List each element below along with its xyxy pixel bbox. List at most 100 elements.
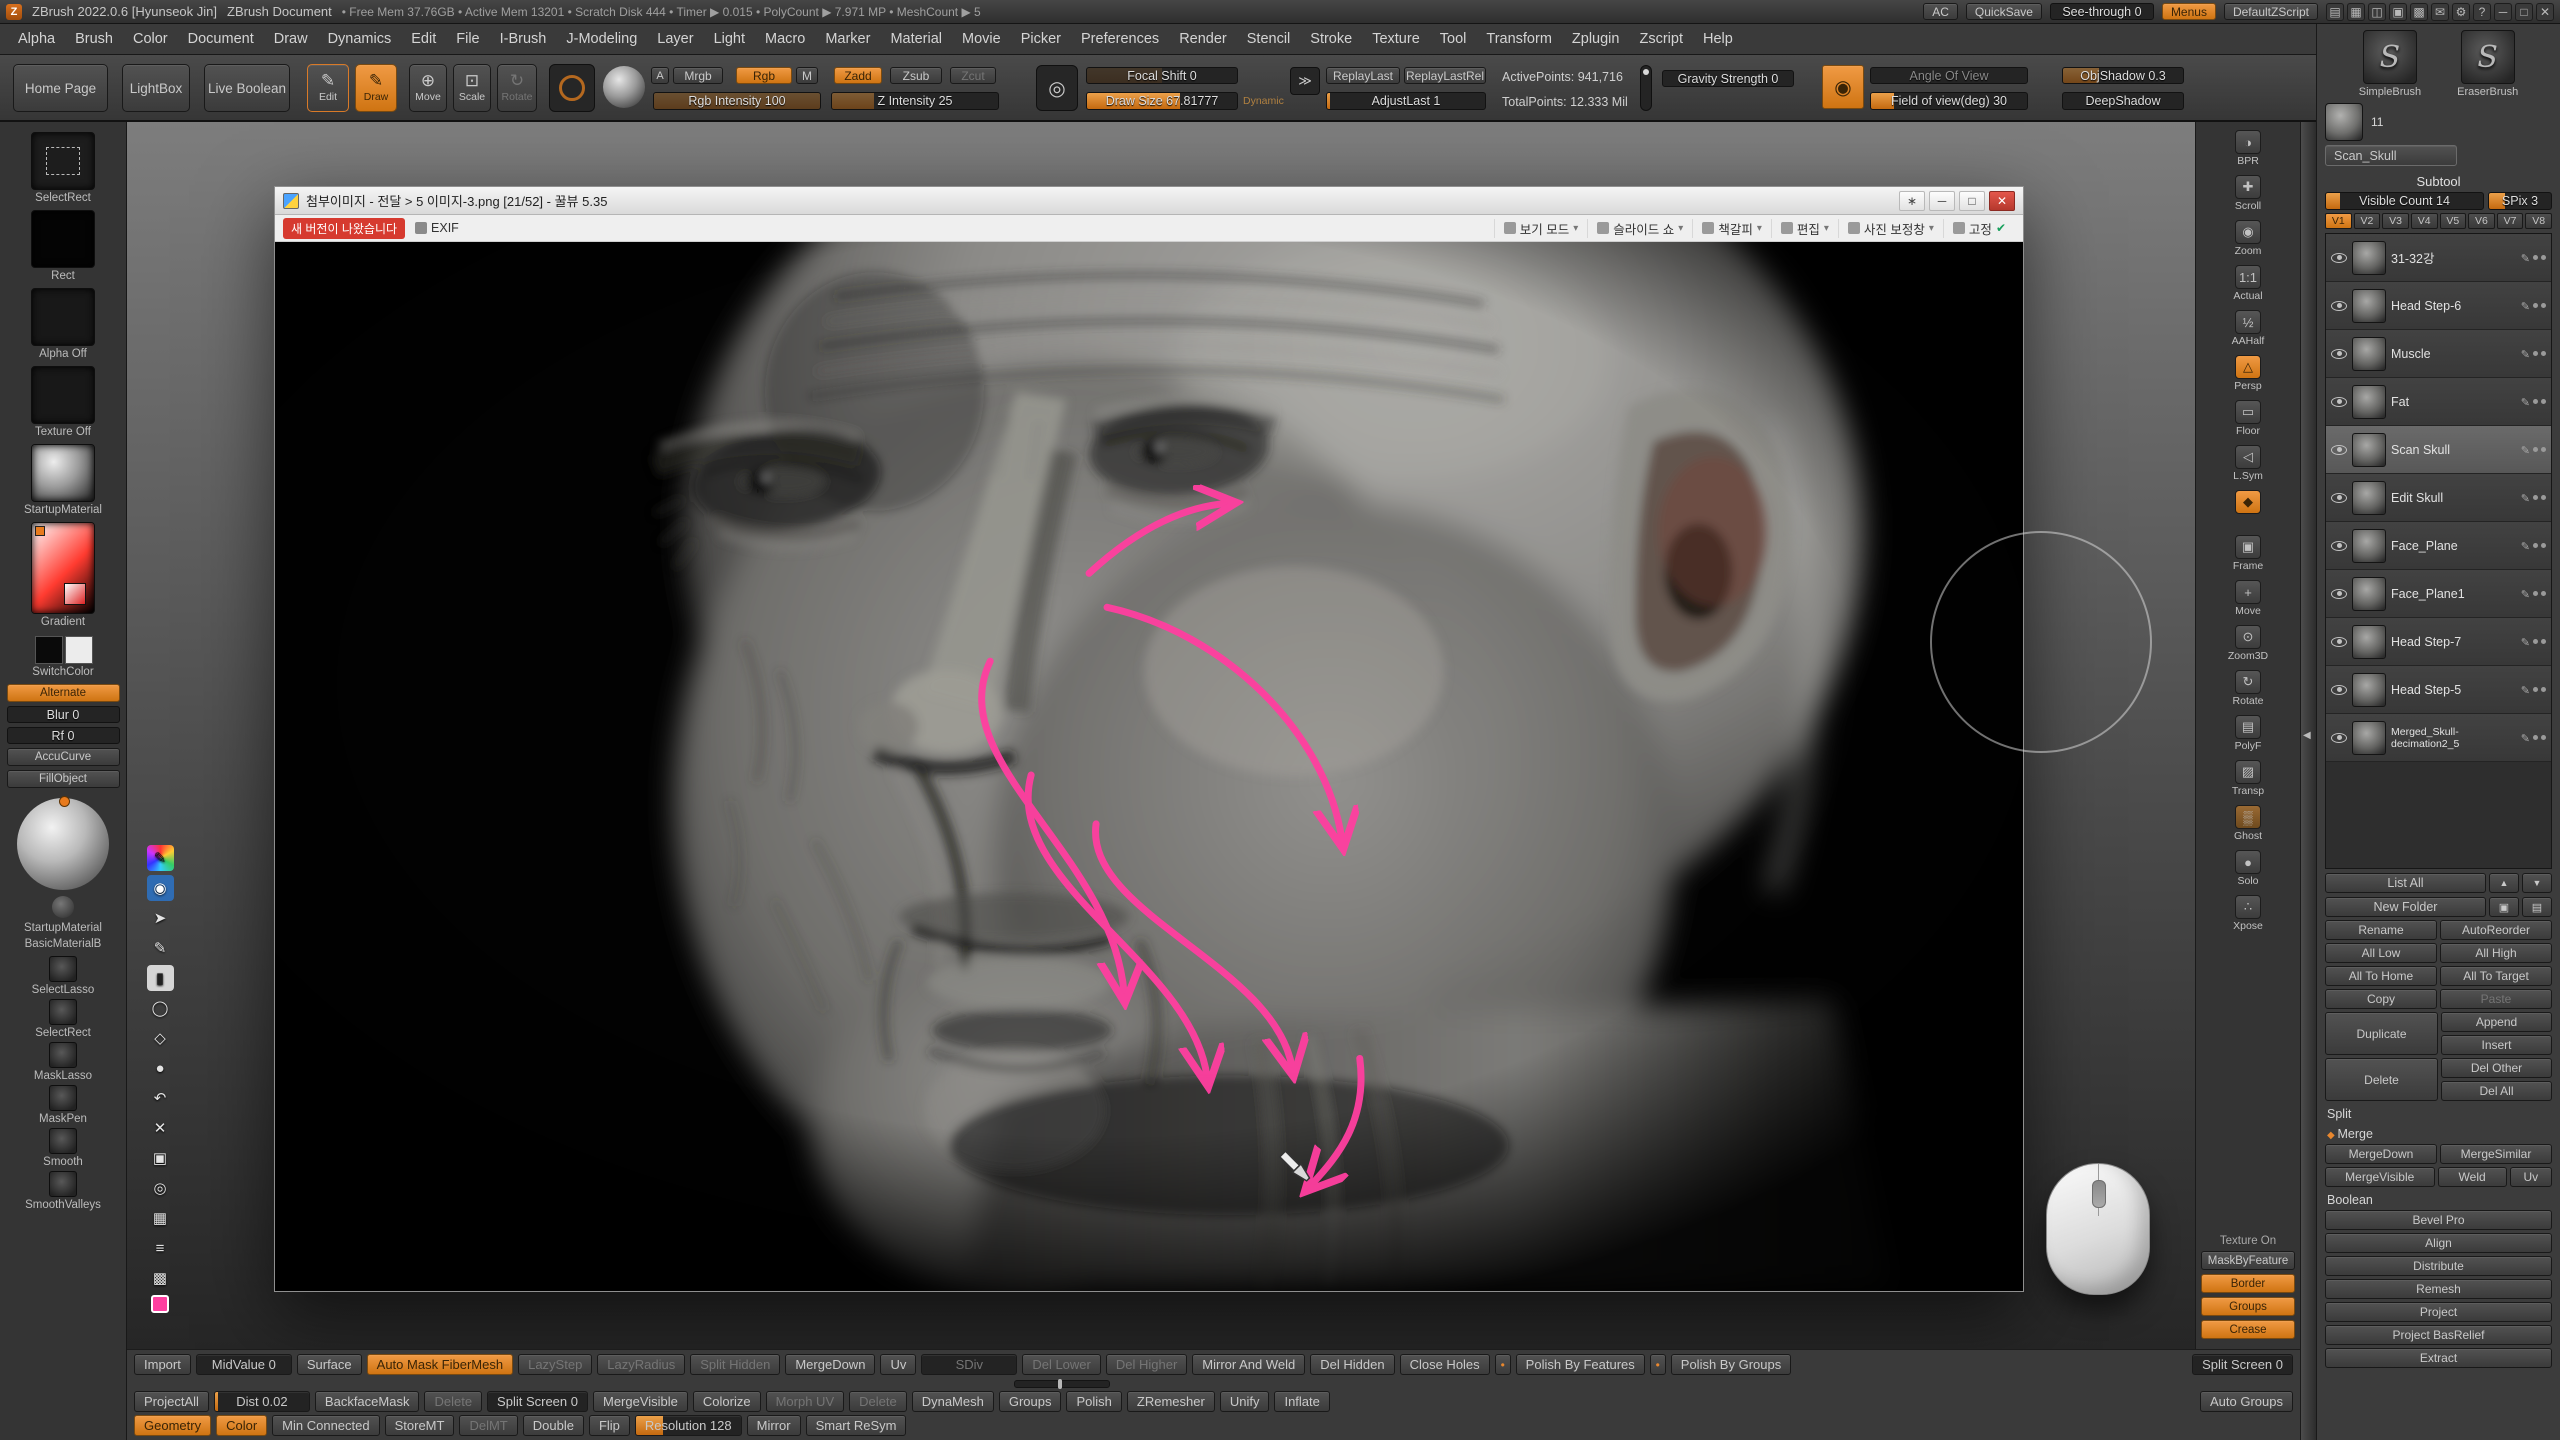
31-32강[interactable]: 31-32강 [2326,234,2551,282]
bottom-button[interactable]: LazyStep [518,1354,592,1375]
bottom-button[interactable]: Flip [589,1415,630,1436]
mrgb-button[interactable]: Mrgb [673,67,723,84]
minimize-icon[interactable]: ─ [2494,3,2512,21]
bottom-button[interactable]: Del Hidden [1310,1354,1394,1375]
bottom-button[interactable]: Import [134,1354,191,1375]
bottom-button[interactable]: Auto Groups [2200,1391,2293,1412]
always-on-top-icon[interactable]: ∗ [1899,191,1925,211]
a-toggle-button[interactable]: A [651,67,669,84]
delete-button[interactable]: Delete [2325,1058,2438,1101]
rgb-button[interactable]: Rgb [736,67,792,84]
maximize-icon[interactable]: □ [1959,191,1985,211]
bottom-button[interactable]: Split Screen 0 [2192,1354,2293,1375]
picker-thumbnail[interactable] [31,288,95,346]
view-camera-icon[interactable]: ◉ [1822,65,1864,109]
split-section-label[interactable]: Split [2325,1107,2552,1121]
xpose-icon[interactable]: ∴ Xpose [2196,895,2300,940]
version-button[interactable]: V2 [2354,213,2381,229]
groups-button[interactable]: Groups [2201,1297,2295,1316]
list-all-button[interactable]: List All [2325,873,2486,893]
menu-item[interactable]: Picker [1011,31,1071,47]
angle-of-view-button[interactable]: Angle Of View [1870,67,2028,84]
frame-icon[interactable]: ▣ Frame [2196,535,2300,580]
fillobject-button[interactable]: FillObject [7,770,120,788]
subtool-row-icons[interactable] [2521,729,2546,747]
menu-item[interactable]: Light [704,31,755,47]
bottom-button[interactable]: LazyRadius [597,1354,685,1375]
bottom-button[interactable]: Inflate [1274,1391,1329,1412]
pin-pen-icon[interactable]: ✎ [147,845,174,871]
secondary-color-circle[interactable] [52,896,74,918]
visibility-eye-icon[interactable] [2331,301,2347,311]
field-of-view-slider[interactable]: Field of view(deg) 30 [1870,92,2028,110]
z-intensity-slider[interactable]: Z Intensity 25 [831,92,999,110]
palette-icon[interactable]: ▩ [147,1265,174,1291]
gyro-icon[interactable]: ◆ [2196,490,2300,535]
shape-tool-icon[interactable]: ◇ [147,1025,174,1051]
exif-button[interactable]: EXIF [415,221,459,235]
dynamic-label[interactable]: Dynamic [1243,95,1284,107]
zoom3d-icon[interactable]: ⊙ Zoom3D [2196,625,2300,670]
maximize-icon[interactable]: □ [2515,3,2533,21]
menu-item[interactable]: Brush [65,31,123,47]
bottom-button[interactable]: Resolution 128 [635,1415,742,1436]
bottom-button[interactable]: Polish By Groups [1671,1354,1791,1375]
line-width-icon[interactable]: ● [147,1055,174,1081]
menu-item[interactable]: Render [1169,31,1237,47]
color-material-sphere[interactable] [17,798,109,890]
Merged_Skull-decimation2_5[interactable]: Merged_Skull-decimation2_5 [2326,714,2551,762]
paste-button[interactable]: Paste [2440,989,2552,1009]
bottom-button[interactable]: Surface [297,1354,362,1375]
menu-icon[interactable]: ≡ [147,1235,174,1261]
version-button[interactable]: V7 [2497,213,2524,229]
version-button[interactable]: V4 [2411,213,2438,229]
zadd-button[interactable]: Zadd [834,67,882,84]
bottom-button[interactable]: MergeVisible [593,1391,688,1412]
bottom-button[interactable]: Close Holes [1400,1354,1490,1375]
draw-button[interactable]: ✎Draw [355,64,397,112]
del-other-button[interactable]: Del Other [2441,1058,2552,1078]
texture-on-label[interactable]: Texture On [2220,1235,2276,1247]
bottom-button[interactable]: Mirror [747,1415,801,1436]
border-button[interactable]: Border [2201,1274,2295,1293]
screenshot-icon[interactable]: ◎ [147,1175,174,1201]
folder-close-icon[interactable] [2522,897,2552,917]
menu-item[interactable]: Draw [264,31,318,47]
visible-count-slider[interactable]: Visible Count 14 [2325,192,2484,210]
bottom-button[interactable]: Split Hidden [690,1354,780,1375]
split-view-icon[interactable]: ◫ [2368,3,2386,21]
zoom-icon[interactable]: ◉ Zoom [2196,220,2300,265]
aahalf-icon[interactable]: ½ AAHalf [2196,310,2300,355]
edit-button[interactable]: ✎Edit [307,64,349,112]
document-canvas[interactable]: 첨부이미지 - 전달 > 5 이미지-3.png [21/52] - 꿀뷰 5.… [127,122,2300,1349]
subtool-row-icons[interactable] [2521,441,2546,459]
Head Step-7[interactable]: Head Step-7 [2326,618,2551,666]
stroke-preview[interactable] [549,64,595,112]
menus-button[interactable]: Menus [2162,3,2216,20]
bottom-button[interactable]: Del Lower [1022,1354,1101,1375]
texture-icon[interactable]: ▩ [2410,3,2428,21]
visibility-eye-icon[interactable] [2331,445,2347,455]
ghost-icon[interactable]: ▒ Ghost [2196,805,2300,850]
see-through-slider[interactable]: See-through 0 [2050,3,2154,20]
Head Step-5[interactable]: Head Step-5 [2326,666,2551,714]
focal-shift-icon[interactable]: ◎ [1036,65,1078,111]
menu-item[interactable]: File [446,31,489,47]
m-button[interactable]: M [796,67,818,84]
menu-item[interactable]: Texture [1362,31,1430,47]
visibility-eye-icon[interactable] [2331,541,2347,551]
duplicate-button[interactable]: Duplicate [2325,1012,2438,1055]
close-icon[interactable]: ✕ [2536,3,2554,21]
whiteboard-icon[interactable]: ▣ [147,1145,174,1171]
subtool-row-icons[interactable] [2521,393,2546,411]
bottom-button[interactable]: Dist 0.02 [214,1391,310,1412]
bottom-button[interactable]: Unify [1220,1391,1270,1412]
bottom-button[interactable]: Del Higher [1106,1354,1187,1375]
picker-thumbnail[interactable] [31,132,95,190]
help-icon[interactable]: ? [2473,3,2491,21]
bottom-button[interactable]: Delete [424,1391,482,1412]
menu-item[interactable]: Document [178,31,264,47]
zsub-button[interactable]: Zsub [890,67,942,84]
local-symmetry-icon[interactable]: ◁ L.Sym [2196,445,2300,490]
brush-preset-thumbnail[interactable] [49,956,77,982]
